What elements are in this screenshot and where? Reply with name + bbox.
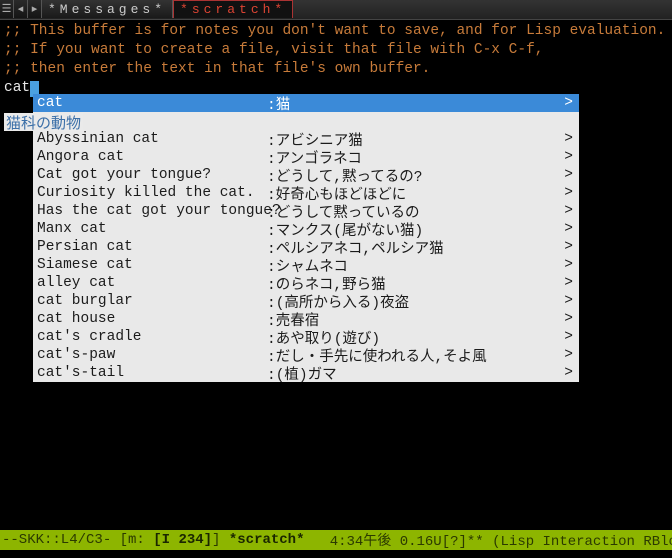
completion-section-gap xyxy=(33,112,579,130)
chevron-right-icon: > xyxy=(564,203,573,219)
completion-item[interactable]: cat burglar:(高所から入る)夜盗> xyxy=(33,292,579,310)
chevron-right-icon: > xyxy=(564,311,573,327)
modeline-input-indicator: [I 234] xyxy=(153,532,212,548)
completion-item[interactable]: Manx cat:マンクス(尾がない猫)> xyxy=(33,220,579,238)
completion-en: Abyssinian cat xyxy=(37,131,267,147)
modeline: --SKK::L4/C3- [m: [I 234] ] *scratch* 4:… xyxy=(0,530,672,550)
chevron-right-icon: > xyxy=(564,131,573,147)
completion-ja: :(植)ガマ xyxy=(267,363,575,384)
completion-en: cat burglar xyxy=(37,293,267,309)
chevron-right-icon: > xyxy=(564,149,573,165)
completion-en: cat's-paw xyxy=(37,347,267,363)
editor-area[interactable]: ;; This buffer is for notes you don't wa… xyxy=(0,20,672,99)
chevron-right-icon: > xyxy=(564,167,573,183)
completion-item[interactable]: cat's cradle:あや取り(遊び)> xyxy=(33,328,579,346)
comment-line: ;; then enter the text in that file's ow… xyxy=(4,60,668,79)
completion-item[interactable]: cat house:売春宿> xyxy=(33,310,579,328)
chevron-right-icon: > xyxy=(564,347,573,363)
completion-item[interactable]: cat's-paw:だし・手先に使われる人,そよ風> xyxy=(33,346,579,364)
chevron-right-icon: > xyxy=(564,293,573,309)
completion-item[interactable]: Persian cat:ペルシアネコ,ペルシア猫> xyxy=(33,238,579,256)
input-text: cat xyxy=(4,80,30,96)
completion-en: Manx cat xyxy=(37,221,267,237)
completion-en: Siamese cat xyxy=(37,257,267,273)
tab-bar: ☰ ◂ ▸ *Messages* *scratch* xyxy=(0,0,672,20)
comment-line: ;; If you want to create a file, visit t… xyxy=(4,41,668,60)
completion-item[interactable]: cat's-tail:(植)ガマ> xyxy=(33,364,579,382)
completion-item[interactable]: Siamese cat:シャムネコ> xyxy=(33,256,579,274)
chevron-right-icon: > xyxy=(564,221,573,237)
completion-en: Persian cat xyxy=(37,239,267,255)
completion-en: cat house xyxy=(37,311,267,327)
completion-en: Has the cat got your tongue? xyxy=(37,203,267,219)
completion-item[interactable]: Angora cat:アンゴラネコ> xyxy=(33,148,579,166)
chevron-right-icon: > xyxy=(564,239,573,255)
completion-en: Angora cat xyxy=(37,149,267,165)
completion-item[interactable]: Has the cat got your tongue?:どうして黙っているの> xyxy=(33,202,579,220)
modeline-text: ] xyxy=(212,532,229,548)
completion-en: cat's-tail xyxy=(37,365,267,381)
modeline-buffer-name: *scratch* xyxy=(229,532,305,548)
completion-item[interactable]: Curiosity killed the cat.:好奇心もほどほどに> xyxy=(33,184,579,202)
tab-messages[interactable]: *Messages* xyxy=(42,0,173,18)
chevron-right-icon: > xyxy=(564,95,573,111)
tab-scratch[interactable]: *scratch* xyxy=(173,0,293,18)
modeline-text: --SKK::L4/C3- [m: xyxy=(2,532,153,548)
comment-line: ;; This buffer is for notes you don't wa… xyxy=(4,22,668,41)
chevron-right-icon: > xyxy=(564,275,573,291)
completion-en: cat's cradle xyxy=(37,329,267,345)
completion-en: Cat got your tongue? xyxy=(37,167,267,183)
completion-section-header: 猫科の動物 xyxy=(4,113,83,131)
tab-menu-icon[interactable]: ☰ xyxy=(0,0,14,18)
chevron-right-icon: > xyxy=(564,329,573,345)
completion-item[interactable]: Cat got your tongue?:どうして,黙ってるの?> xyxy=(33,166,579,184)
chevron-right-icon: > xyxy=(564,185,573,201)
tab-prev-icon[interactable]: ◂ xyxy=(14,0,28,18)
completion-popup: cat :猫 > Abyssinian cat:アビシニア猫>Angora ca… xyxy=(33,94,579,382)
completion-item[interactable]: alley cat:のらネコ,野ら猫> xyxy=(33,274,579,292)
completion-item[interactable]: Abyssinian cat:アビシニア猫> xyxy=(33,130,579,148)
tab-next-icon[interactable]: ▸ xyxy=(28,0,42,18)
modeline-text: 4:34午後 0.16U[?]** (Lisp Interaction RBlo… xyxy=(304,530,672,550)
completion-en: alley cat xyxy=(37,275,267,291)
completion-item-selected[interactable]: cat :猫 > xyxy=(33,94,579,112)
chevron-right-icon: > xyxy=(564,257,573,273)
completion-ja: :猫 xyxy=(267,93,575,114)
completion-en: cat xyxy=(37,95,267,111)
chevron-right-icon: > xyxy=(564,365,573,381)
completion-en: Curiosity killed the cat. xyxy=(37,185,267,201)
